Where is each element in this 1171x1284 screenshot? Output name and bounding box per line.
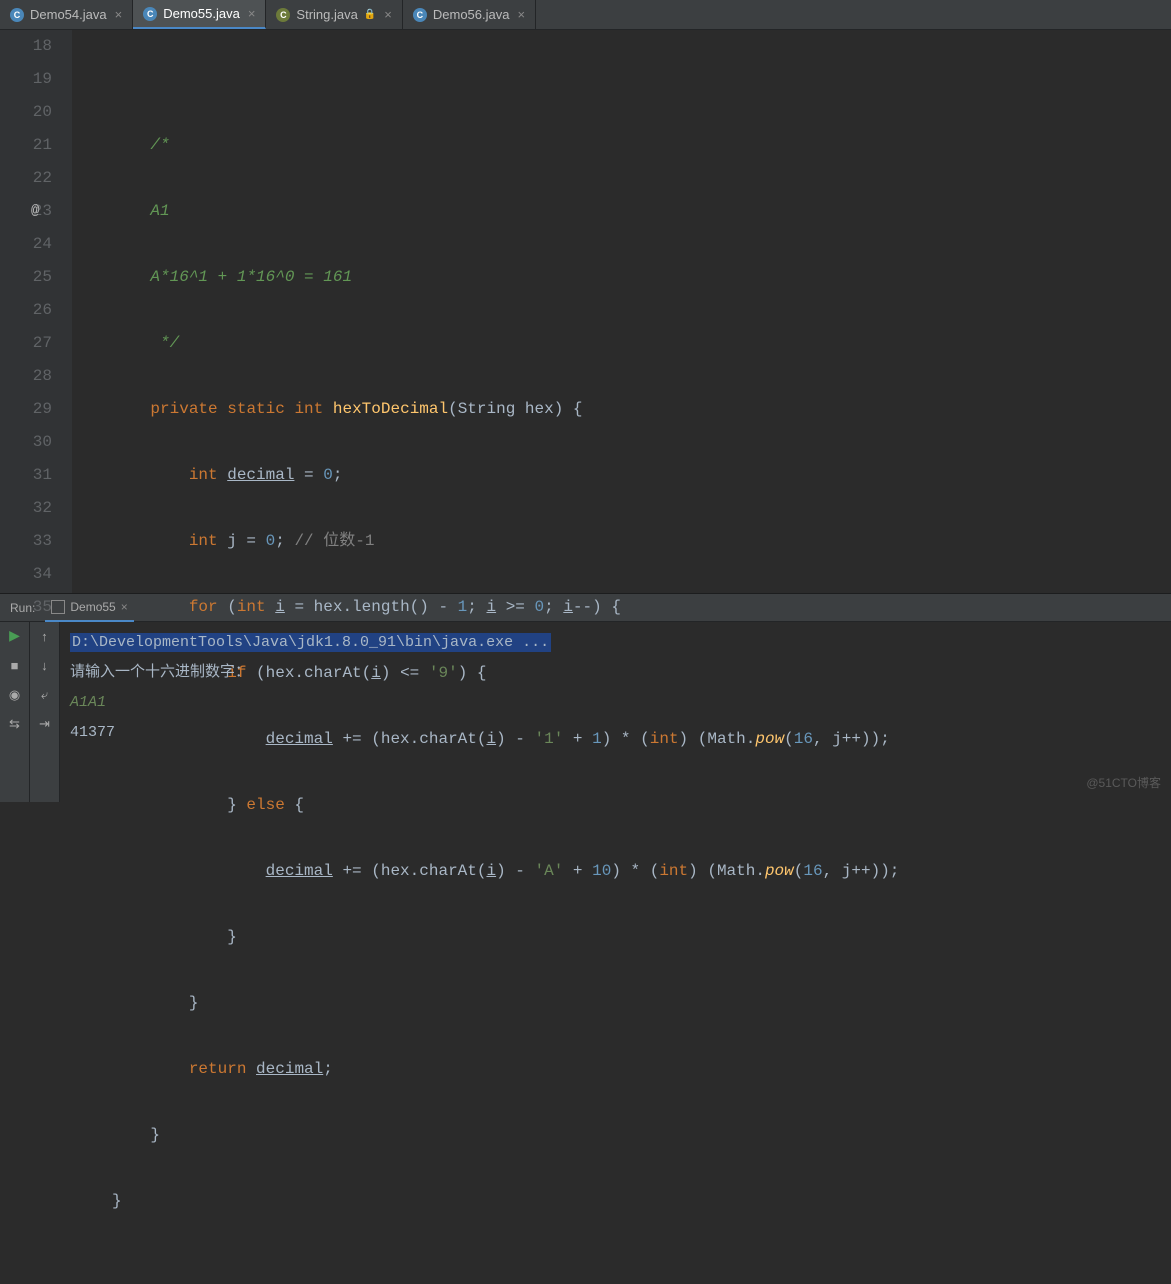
stop-icon[interactable]: ■: [11, 659, 19, 674]
run-config-tab[interactable]: Demo55 ×: [45, 594, 133, 622]
line-number: 33: [0, 525, 52, 558]
tab-string[interactable]: C String.java 🔒 ×: [266, 0, 402, 29]
tab-demo56[interactable]: C Demo56.java ×: [403, 0, 536, 29]
layout-icon[interactable]: ⇆: [9, 717, 20, 732]
tab-label: Demo54.java: [30, 7, 107, 22]
console: ▶ ■ ◉ ⇆ ↑ ↓ ⤶ ⇥ D:\DevelopmentTools\Java…: [0, 622, 1171, 802]
rerun-icon[interactable]: ▶: [9, 628, 20, 645]
up-icon[interactable]: ↑: [41, 630, 49, 645]
line-number: 25: [0, 261, 52, 294]
scroll-to-end-icon[interactable]: ⇥: [39, 717, 50, 732]
run-panel: Run: Demo55× ▶ ■ ◉ ⇆ ↑ ↓ ⤶ ⇥ D:\Developm…: [0, 593, 1171, 802]
line-number: 20: [0, 96, 52, 129]
line-number: 31: [0, 459, 52, 492]
code-editor[interactable]: 18 19 20 21 22 23@ 24 25 26 27 28 29 30 …: [0, 30, 1171, 593]
tab-label: Demo55.java: [163, 6, 240, 21]
console-line: 41377: [70, 718, 1161, 748]
line-number: 23@: [0, 195, 52, 228]
gutter: 18 19 20 21 22 23@ 24 25 26 27 28 29 30 …: [0, 30, 72, 593]
command-line: D:\DevelopmentTools\Java\jdk1.8.0_91\bin…: [70, 628, 1161, 658]
line-number: 30: [0, 426, 52, 459]
line-number: 26: [0, 294, 52, 327]
run-toolbar-right: ↑ ↓ ⤶ ⇥: [30, 622, 60, 802]
line-number: 21: [0, 129, 52, 162]
line-number: 24: [0, 228, 52, 261]
file-tabs: C Demo54.java × C Demo55.java × C String.java…: [0, 0, 1171, 30]
tab-label: Demo56.java: [433, 7, 510, 22]
lock-icon: 🔒: [364, 9, 376, 20]
close-icon[interactable]: ×: [246, 6, 258, 21]
line-number: 32: [0, 492, 52, 525]
console-line: 请输入一个十六进制数字：: [70, 658, 1161, 688]
tab-demo54[interactable]: C Demo54.java ×: [0, 0, 133, 29]
close-icon[interactable]: ×: [113, 7, 125, 22]
java-class-icon: C: [10, 8, 24, 22]
line-number: 19: [0, 63, 52, 96]
tab-demo55[interactable]: C Demo55.java ×: [133, 0, 266, 29]
run-tab-label: Demo55: [70, 600, 115, 614]
camera-icon[interactable]: ◉: [9, 688, 20, 703]
java-lib-class-icon: C: [276, 8, 290, 22]
console-output[interactable]: D:\DevelopmentTools\Java\jdk1.8.0_91\bin…: [60, 622, 1171, 802]
console-input-line: A1A1: [70, 688, 1161, 718]
wrap-icon[interactable]: ⤶: [41, 688, 48, 703]
line-number: 28: [0, 360, 52, 393]
down-icon[interactable]: ↓: [41, 659, 49, 674]
line-number: 27: [0, 327, 52, 360]
java-class-icon: C: [413, 8, 427, 22]
line-number: 29: [0, 393, 52, 426]
line-number: 34: [0, 558, 52, 591]
line-number: 35: [0, 591, 52, 624]
run-toolbar-left: ▶ ■ ◉ ⇆: [0, 622, 30, 802]
tab-label: String.java: [296, 7, 357, 22]
close-icon[interactable]: ×: [121, 600, 128, 614]
watermark: @51CTO博客: [1086, 774, 1161, 791]
java-class-icon: C: [143, 7, 157, 21]
code-area[interactable]: /* A1 A*16^1 + 1*16^0 = 161 */ private s…: [72, 30, 1171, 593]
line-number: 22: [0, 162, 52, 195]
close-icon[interactable]: ×: [515, 7, 527, 22]
application-icon: [51, 600, 65, 614]
close-icon[interactable]: ×: [382, 7, 394, 22]
override-gutter-icon[interactable]: @: [31, 195, 39, 228]
line-number: 18: [0, 30, 52, 63]
